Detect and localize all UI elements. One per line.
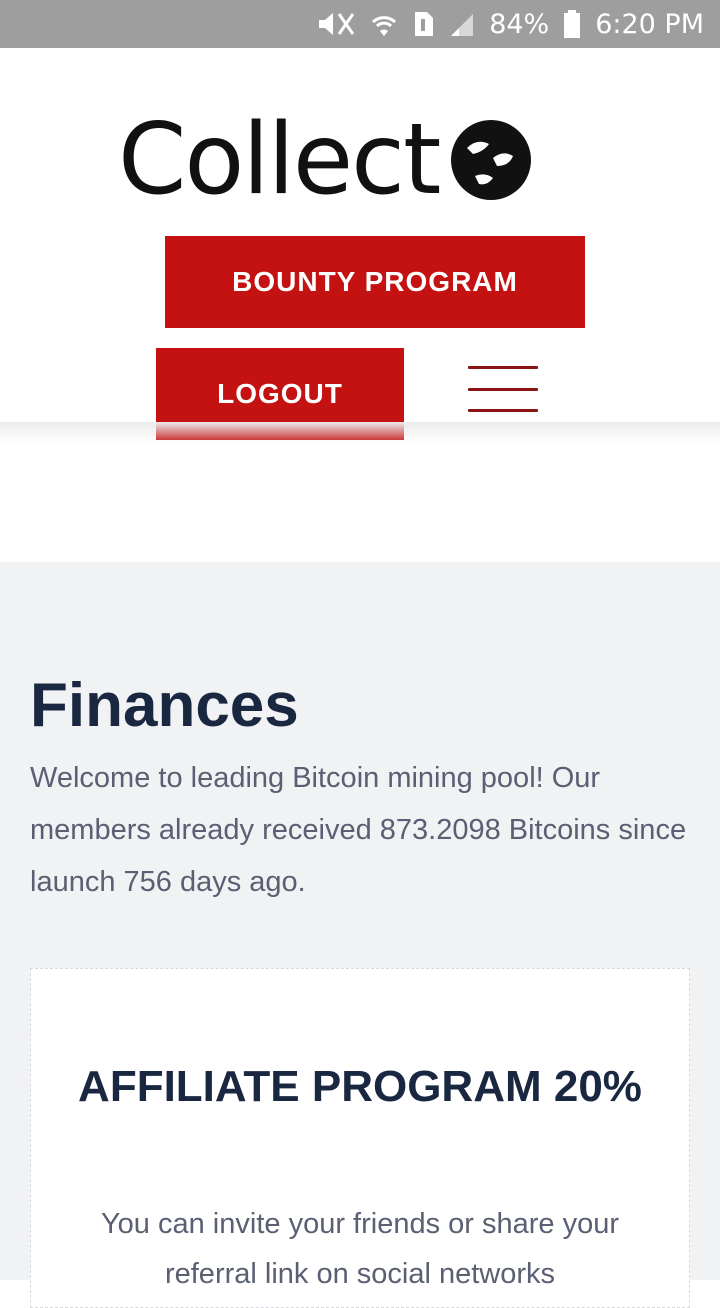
logo-text: Collect — [118, 103, 441, 217]
spacer — [0, 444, 720, 562]
signal-icon — [449, 10, 475, 38]
logo-mark-icon — [451, 120, 532, 200]
sim-icon — [413, 10, 435, 38]
status-bar: 84% 6:20 PM — [0, 0, 720, 48]
header-shadow — [0, 422, 720, 444]
mute-icon — [317, 10, 355, 38]
page-title: Finances — [30, 671, 299, 740]
affiliate-title: AFFILIATE PROGRAM 20% — [78, 1062, 642, 1111]
logo[interactable]: Collect — [118, 108, 608, 212]
wifi-icon — [369, 10, 399, 38]
battery-icon — [563, 9, 581, 39]
main-content: Finances Welcome to leading Bitcoin mini… — [0, 562, 720, 1308]
affiliate-card: AFFILIATE PROGRAM 20% You can invite you… — [30, 968, 690, 1308]
site-header: Collect BOUNTY PROGRAM LOGOUT — [0, 48, 720, 440]
hamburger-menu-icon[interactable] — [468, 366, 538, 412]
clock: 6:20 PM — [595, 8, 704, 40]
menu-line — [468, 409, 538, 412]
intro-text: Welcome to leading Bitcoin mining pool! … — [30, 762, 687, 898]
affiliate-text: You can invite your friends or share you… — [101, 1208, 619, 1290]
bounty-program-button[interactable]: BOUNTY PROGRAM — [165, 236, 585, 328]
menu-line — [468, 387, 538, 391]
menu-line — [468, 366, 538, 369]
battery-percent: 84% — [489, 8, 550, 40]
